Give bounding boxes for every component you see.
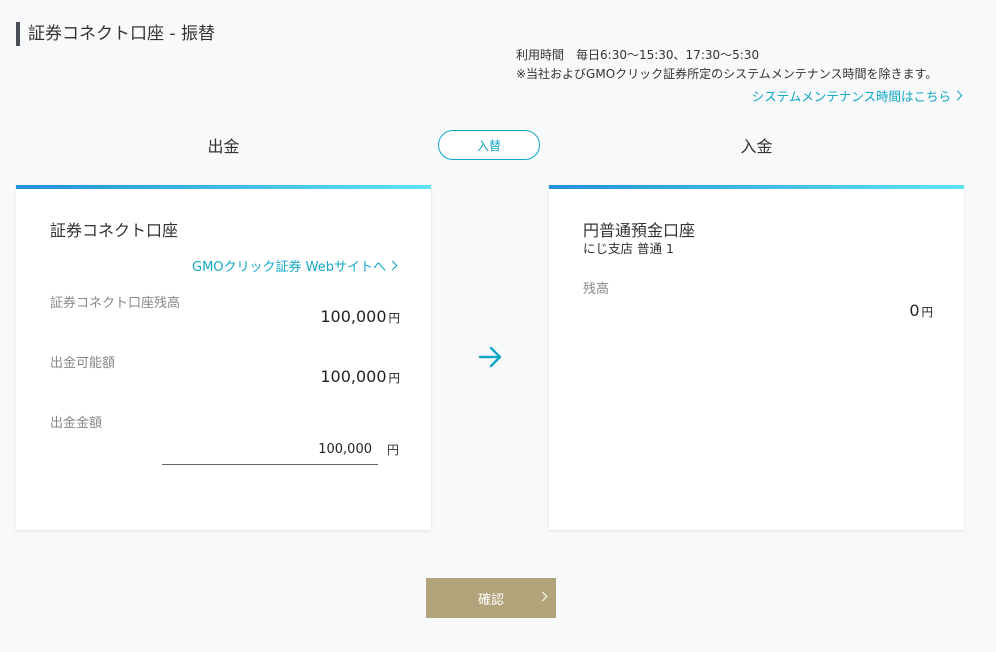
service-hours-label: 利用時間 bbox=[516, 48, 565, 62]
withdraw-account-title: 証券コネクト口座 bbox=[50, 221, 179, 240]
currency-unit: 円 bbox=[387, 443, 400, 457]
maintenance-link[interactable]: システムメンテナンス時間はこちら bbox=[752, 86, 963, 105]
chevron-right-icon bbox=[387, 260, 398, 271]
chevron-right-icon bbox=[952, 90, 963, 101]
withdraw-amount-label: 出金金額 bbox=[50, 416, 103, 431]
service-hours-times: 毎日6:30〜15:30、17:30〜5:30 bbox=[576, 48, 760, 62]
arrow-right-icon bbox=[478, 346, 502, 368]
service-hours: 利用時間 毎日6:30〜15:30、17:30〜5:30 ※当社およびGMOクリッ… bbox=[516, 46, 937, 84]
swap-button[interactable]: 入替 bbox=[438, 130, 540, 160]
gmo-website-link[interactable]: GMOクリック証券 Webサイトへ bbox=[192, 256, 398, 275]
confirm-button[interactable]: 確認 bbox=[426, 578, 556, 618]
deposit-card: 円普通預金口座 にじ支店 普通 1 残高 0円 bbox=[549, 185, 964, 530]
deposit-balance-label: 残高 bbox=[583, 282, 610, 297]
confirm-button-label: 確認 bbox=[477, 592, 504, 608]
currency-unit: 円 bbox=[388, 311, 401, 325]
page-title: 証券コネクト口座 - 振替 bbox=[16, 22, 215, 46]
gmo-website-link-label: GMOクリック証券 Webサイトへ bbox=[192, 260, 386, 275]
maintenance-link-label: システムメンテナンス時間はこちら bbox=[751, 89, 951, 104]
deposit-balance-amount: 0円 bbox=[909, 301, 933, 320]
deposit-column-title: 入金 bbox=[740, 137, 773, 156]
available-amount-value: 100,000 bbox=[320, 367, 387, 386]
withdraw-amount-row: 円 bbox=[162, 435, 399, 465]
connect-balance-value: 100,000 bbox=[320, 307, 387, 326]
connect-balance-label: 証券コネクト口座残高 bbox=[50, 296, 181, 311]
available-amount: 100,000 円 bbox=[320, 367, 400, 386]
withdraw-column-title: 出金 bbox=[207, 137, 240, 156]
currency-unit: 円 bbox=[388, 371, 401, 385]
deposit-account-branch: にじ支店 普通 1 bbox=[583, 241, 674, 256]
available-amount-label: 出金可能額 bbox=[50, 356, 116, 371]
withdraw-card: 証券コネクト口座 GMOクリック証券 Webサイトへ 証券コネクト口座残高 10… bbox=[16, 185, 431, 530]
currency-unit: 円 bbox=[921, 305, 934, 319]
deposit-balance-value: 0 bbox=[909, 301, 920, 320]
connect-balance-amount: 100,000 円 bbox=[320, 307, 400, 326]
maintenance-note: ※当社およびGMOクリック証券所定のシステムメンテナンス時間を除きます。 bbox=[516, 67, 938, 81]
withdraw-amount-input[interactable] bbox=[162, 435, 378, 465]
chevron-right-icon bbox=[537, 591, 548, 602]
